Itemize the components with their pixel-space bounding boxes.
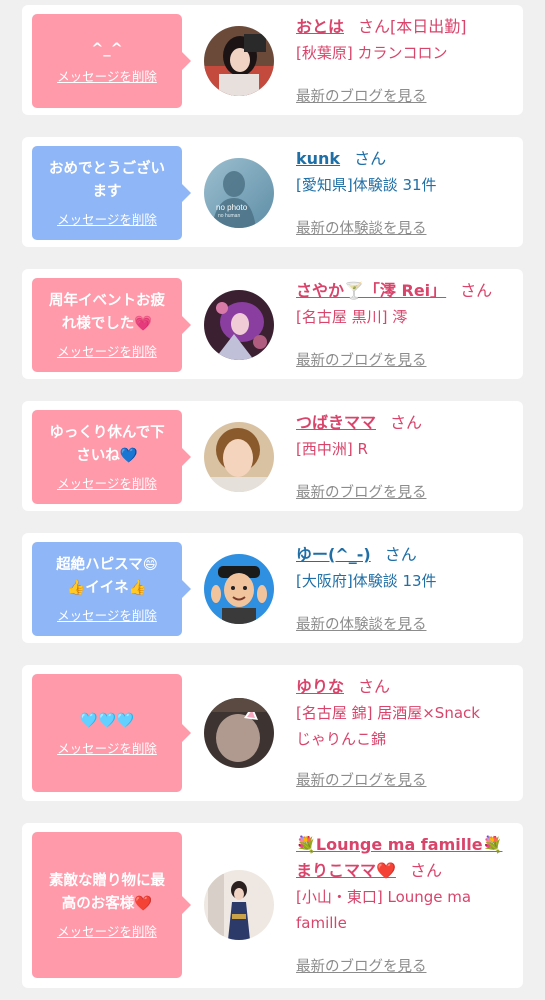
honorific: さん bbox=[409, 861, 442, 880]
message-text: 周年イベントお疲 れ様でした💗 bbox=[49, 293, 165, 332]
user-name-link[interactable]: まりこママ❤️ bbox=[296, 861, 396, 880]
message-text: 超絶ハピスマ😄 👍イイネ👍 bbox=[56, 557, 158, 596]
message-text: 素敵な贈り物に最 高のお客様❤️ bbox=[49, 873, 165, 912]
latest-blog-link[interactable]: 最新のブログを見る bbox=[296, 349, 427, 370]
message-text: ゆっくり休んで下 さいね💙 bbox=[49, 425, 165, 464]
delete-message-link[interactable]: メッセージを削除 bbox=[57, 605, 157, 624]
user-review-count: [愛知県]体験談 31件 bbox=[296, 176, 437, 194]
message-bubble: ゆっくり休んで下 さいね💙 メッセージを削除 bbox=[32, 410, 191, 504]
message-card: 🩵🩵🩵 メッセージを削除 ゆりな さん [名古屋 錦] 居酒屋×Snack じゃり… bbox=[22, 665, 523, 801]
message-text: 🩵🩵🩵 bbox=[79, 712, 135, 729]
avatar[interactable] bbox=[204, 290, 274, 360]
message-bubble: 超絶ハピスマ😄 👍イイネ👍 メッセージを削除 bbox=[32, 542, 191, 636]
avatar[interactable] bbox=[204, 554, 274, 624]
user-location: [秋葉原] カランコロン bbox=[296, 44, 448, 62]
message-text: ^_^ bbox=[91, 40, 123, 57]
honorific: さん bbox=[384, 545, 417, 564]
message-bubble: おめでとうござい ます メッセージを削除 bbox=[32, 146, 191, 240]
user-review-count: [大阪府]体験談 13件 bbox=[296, 572, 437, 590]
avatar[interactable] bbox=[204, 870, 274, 940]
message-card: 周年イベントお疲 れ様でした💗 メッセージを削除 さやか🍸「澪 Rei」 さん [… bbox=[22, 269, 523, 379]
latest-review-link[interactable]: 最新の体験談を見る bbox=[296, 217, 427, 238]
avatar[interactable]: no photo no human bbox=[204, 158, 274, 228]
honorific: さん bbox=[390, 413, 423, 432]
honorific: さん bbox=[354, 149, 387, 168]
message-card: ゆっくり休んで下 さいね💙 メッセージを削除 つばきママ さん [西中洲] R 最… bbox=[22, 401, 523, 511]
message-card: おめでとうござい ます メッセージを削除 no photo no human k… bbox=[22, 137, 523, 247]
user-location: [小山・東口] Lounge ma famille bbox=[296, 888, 472, 932]
delete-message-link[interactable]: メッセージを削除 bbox=[57, 921, 157, 940]
latest-review-link[interactable]: 最新の体験談を見る bbox=[296, 613, 427, 634]
message-bubble: 周年イベントお疲 れ様でした💗 メッセージを削除 bbox=[32, 278, 191, 372]
no-photo-subtext: no human bbox=[218, 213, 240, 219]
message-card: 超絶ハピスマ😄 👍イイネ👍 メッセージを削除 ゆー(^_-) さん [大阪府]体… bbox=[22, 533, 523, 643]
user-info: つばきママ さん [西中洲] R bbox=[296, 410, 518, 462]
avatar[interactable] bbox=[204, 422, 274, 492]
user-info: ゆりな さん [名古屋 錦] 居酒屋×Snack じゃりんこ錦 bbox=[296, 674, 518, 752]
latest-blog-link[interactable]: 最新のブログを見る bbox=[296, 85, 427, 106]
user-name-link[interactable]: さやか🍸「澪 Rei」 bbox=[296, 281, 446, 300]
user-info: ゆー(^_-) さん [大阪府]体験談 13件 bbox=[296, 542, 518, 594]
no-photo-text: no photo bbox=[216, 203, 248, 212]
user-name-link[interactable]: つばきママ bbox=[296, 413, 376, 432]
user-name-link[interactable]: ゆりな bbox=[296, 677, 344, 696]
user-info: さやか🍸「澪 Rei」 さん [名古屋 黒川] 澪 bbox=[296, 278, 518, 330]
latest-blog-link[interactable]: 最新のブログを見る bbox=[296, 955, 427, 976]
user-name-link[interactable]: おとは bbox=[296, 17, 344, 36]
user-info: おとは さん[本日出勤] [秋葉原] カランコロン bbox=[296, 14, 518, 66]
user-location: [名古屋 錦] 居酒屋×Snack じゃりんこ錦 bbox=[296, 704, 480, 748]
latest-blog-link[interactable]: 最新のブログを見る bbox=[296, 769, 427, 790]
delete-message-link[interactable]: メッセージを削除 bbox=[57, 66, 157, 85]
delete-message-link[interactable]: メッセージを削除 bbox=[57, 209, 157, 228]
attendance-status: [本日出勤] bbox=[390, 17, 467, 36]
honorific: さん bbox=[358, 677, 391, 696]
delete-message-link[interactable]: メッセージを削除 bbox=[57, 473, 157, 492]
message-card: ^_^ メッセージを削除 おとは さん[本日出勤] [秋葉原] カランコロン 最新… bbox=[22, 5, 523, 115]
message-card: 素敵な贈り物に最 高のお客様❤️ メッセージを削除 💐Lounge ma fam… bbox=[22, 823, 523, 988]
user-info: kunk さん [愛知県]体験談 31件 bbox=[296, 146, 518, 198]
user-info: 💐Lounge ma famille💐 まりこママ❤️ さん [小山・東口] Lo… bbox=[296, 832, 518, 936]
user-name-link[interactable]: 💐Lounge ma famille💐 bbox=[296, 835, 502, 854]
delete-message-link[interactable]: メッセージを削除 bbox=[57, 738, 157, 757]
user-name-link[interactable]: kunk bbox=[296, 149, 340, 168]
message-bubble: ^_^ メッセージを削除 bbox=[32, 14, 191, 108]
user-location: [西中洲] R bbox=[296, 440, 368, 458]
avatar[interactable] bbox=[204, 26, 274, 96]
user-location: [名古屋 黒川] 澪 bbox=[296, 308, 408, 326]
latest-blog-link[interactable]: 最新のブログを見る bbox=[296, 481, 427, 502]
honorific: さん bbox=[460, 281, 493, 300]
message-list: ^_^ メッセージを削除 おとは さん[本日出勤] [秋葉原] カランコロン 最新… bbox=[0, 0, 545, 1000]
message-bubble: 素敵な贈り物に最 高のお客様❤️ メッセージを削除 bbox=[32, 832, 191, 978]
delete-message-link[interactable]: メッセージを削除 bbox=[57, 341, 157, 360]
avatar[interactable] bbox=[204, 698, 274, 768]
message-text: おめでとうござい ます bbox=[49, 161, 165, 200]
honorific: さん bbox=[358, 17, 391, 36]
user-name-link[interactable]: ゆー(^_-) bbox=[296, 545, 371, 564]
message-bubble: 🩵🩵🩵 メッセージを削除 bbox=[32, 674, 191, 792]
